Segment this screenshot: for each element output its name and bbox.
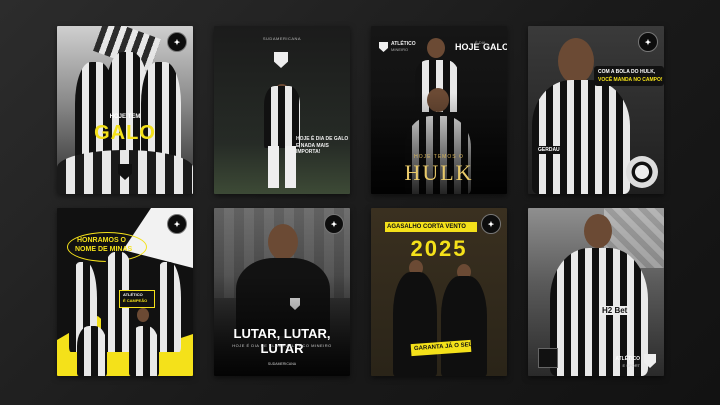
post-card-honramos[interactable]: ✦ HONRAMOS O NOME DE MINAS ATLÉTICO É CA… xyxy=(57,208,193,376)
bubble-line1: COM A BOLA DO HULK, xyxy=(598,69,656,75)
sponsor-label: H2 Bet xyxy=(600,306,630,315)
headline-line2: E NADA MAIS IMPORTA! xyxy=(296,143,329,155)
club-crest-icon xyxy=(379,42,388,52)
year-text: 2025 xyxy=(410,236,468,261)
model-figure xyxy=(393,272,437,376)
player-head xyxy=(427,38,445,58)
badge-icon: ✦ xyxy=(481,214,501,234)
player-figure xyxy=(532,80,630,194)
post-card-hulk[interactable]: ATLÉTICO MINEIRO HOJE É DIA GALO HOJE TE… xyxy=(371,26,507,194)
player-figure xyxy=(264,86,300,148)
post-card-h2bet[interactable]: H2 Bet ATLÉTICO E SPORT xyxy=(528,208,664,376)
subtitle: HOJE É DIA DE CLUBE ATLÉTICO MINEIRO xyxy=(232,343,332,348)
brand-label: ATLÉTICO xyxy=(615,356,640,362)
tag-line1: ATLÉTICO xyxy=(123,292,143,297)
bubble-line1: HONRAMOS O xyxy=(77,237,126,244)
title-text: AGASALHO CORTA VENTO xyxy=(387,224,466,230)
club-crest-icon xyxy=(274,52,288,68)
headline: LUTAR, LUTAR, LUTAR xyxy=(233,326,331,356)
sponsor-label: GERDAU xyxy=(536,146,562,154)
brand-label: SUDAMERICANA xyxy=(262,36,302,41)
post-card-dia-de-galo[interactable]: SUDAMERICANA HOJE É DIA DE GALO E NADA M… xyxy=(214,26,350,194)
player-head xyxy=(584,214,612,248)
bubble-line2: VOCÊ MANDA NO CAMPO! xyxy=(598,77,663,83)
badge-icon: ✦ xyxy=(324,214,344,234)
post-card-hoje-tem-galo[interactable]: ✦ HOJE TEM GALO xyxy=(57,26,193,194)
badge-icon: ✦ xyxy=(638,32,658,52)
player-head xyxy=(558,38,594,84)
badge-icon: ✦ xyxy=(167,214,187,234)
post-card-bola-do-hulk[interactable]: ✦ COM A BOLA DO HULK, VOCÊ MANDA NO CAMP… xyxy=(528,26,664,194)
badge-icon: ✦ xyxy=(167,32,187,52)
player-figure xyxy=(77,326,107,376)
brand-sub-label: E SPORT xyxy=(622,363,641,368)
player-figure xyxy=(129,326,159,376)
brand-sub-label: MINEIRO xyxy=(391,47,409,52)
brand-label: SUDAMERICANA xyxy=(267,362,297,366)
post-card-agasalho[interactable]: ✦ AGASALHO CORTA VENTO 2025 GARANTA JÁ O… xyxy=(371,208,507,376)
title-galo: GALO xyxy=(483,42,507,52)
hulk-title: HULK xyxy=(404,160,474,185)
headline-small: HOJE TEM xyxy=(109,114,141,120)
headline-big: GALO xyxy=(94,122,156,144)
post-card-lutar[interactable]: ✦ LUTAR, LUTAR, LUTAR HOJE É DIA DE CLUB… xyxy=(214,208,350,376)
player-head xyxy=(268,224,298,260)
model-figure xyxy=(441,276,487,376)
logo-box xyxy=(538,348,558,368)
player-legs xyxy=(268,146,296,188)
tag-line2: É CAMPEÃO xyxy=(123,298,148,303)
player-head xyxy=(137,308,149,322)
headline-line1: HOJE É DIA DE GALO xyxy=(296,136,349,142)
ball-graphic xyxy=(626,156,658,188)
